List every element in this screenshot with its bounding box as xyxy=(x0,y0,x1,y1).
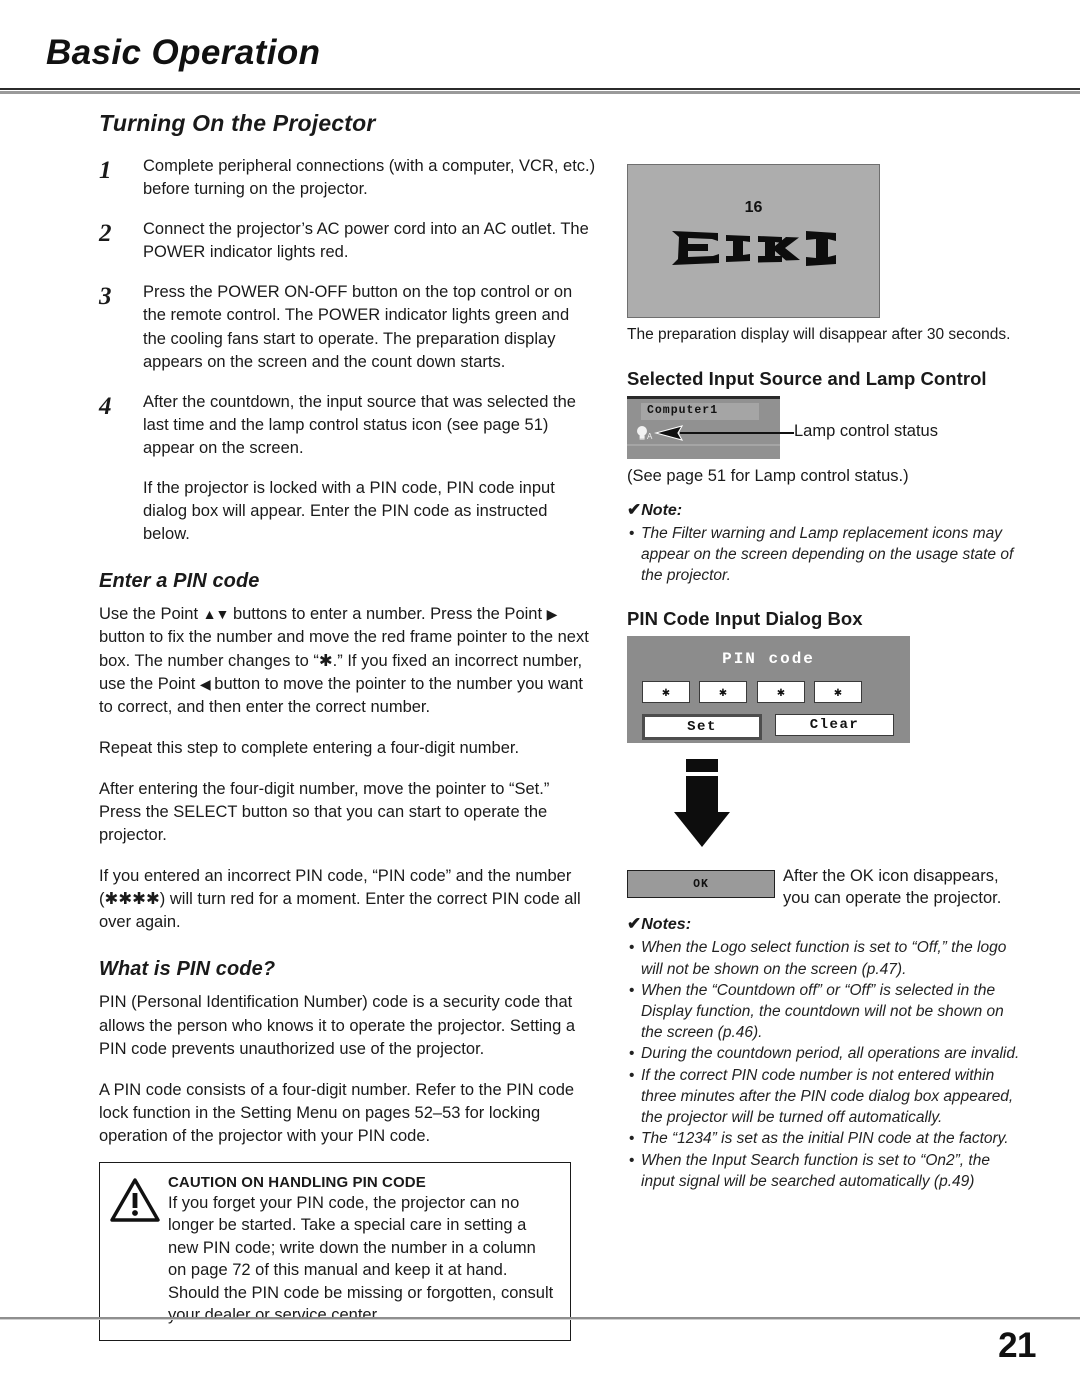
left-column: Turning On the Projector 1 Complete peri… xyxy=(99,110,596,1341)
svg-text:A: A xyxy=(647,432,653,441)
step-item: 1 Complete peripheral connections (with … xyxy=(99,155,596,201)
step-number: 3 xyxy=(99,283,112,311)
header-divider-light xyxy=(0,91,1080,94)
enter-pin-paragraph-3: After entering the four-digit number, mo… xyxy=(99,779,550,845)
down-arrow-graphic xyxy=(673,759,1022,854)
note-block-single: ✔Note: The Filter warning and Lamp repla… xyxy=(627,500,1022,587)
enter-pin-paragraph-2: Repeat this step to complete entering a … xyxy=(99,738,520,757)
header-divider xyxy=(0,88,1080,94)
right-column: 16 The preparation display will disappea… xyxy=(627,164,1022,1192)
notes-heading-label: Notes: xyxy=(641,916,692,934)
step-number: 1 xyxy=(99,157,112,184)
page-header: Basic Operation xyxy=(46,34,1036,72)
subsection-title-enter-pin: Enter a PIN code xyxy=(99,570,260,593)
step-item: 4 After the countdown, the input source … xyxy=(99,391,596,460)
preparation-display-caption: The preparation display will disappear a… xyxy=(627,326,1011,343)
input-source-label: Computer1 xyxy=(647,403,719,417)
page-title: Basic Operation xyxy=(46,33,321,72)
input-source-topbar xyxy=(627,395,780,399)
notes-list-item: When the Input Search function is set to… xyxy=(627,1150,1022,1192)
heading-selected-input-source: Selected Input Source and Lamp Control xyxy=(627,367,987,389)
preparation-display-screenshot: 16 xyxy=(627,164,880,318)
section-title-turning-on: Turning On the Projector xyxy=(99,110,376,136)
pin-digit-box[interactable]: ✱ xyxy=(757,681,805,704)
step-number: 2 xyxy=(99,220,112,248)
step-text: Connect the projector’s AC power cord in… xyxy=(143,220,589,262)
pin-digit-box[interactable]: ✱ xyxy=(699,681,747,704)
lamp-callout-label: Lamp control status xyxy=(794,421,938,440)
step4-followup-paragraph: If the projector is locked with a PIN co… xyxy=(143,479,555,544)
step-item: 3 Press the POWER ON-OFF button on the t… xyxy=(99,281,596,373)
pin-code-input-dialog: PIN code ✱ ✱ ✱ ✱ Set Clear xyxy=(627,636,910,744)
footer-divider-light xyxy=(0,1319,1080,1320)
caution-body: If you forget your PIN code, the project… xyxy=(168,1194,554,1325)
ok-icon-row: OK After the OK icon disappears, you can… xyxy=(627,867,1022,907)
ok-chip: OK xyxy=(627,870,775,899)
point-right-icon: ▶ xyxy=(546,606,558,623)
enter-pin-text-b: buttons to enter a number. Press the Poi… xyxy=(228,605,547,624)
caution-text-wrap: CAUTION ON HANDLING PIN CODE If you forg… xyxy=(168,1174,558,1327)
note-block-multiple: ✔Notes: When the Logo select function is… xyxy=(627,914,1022,1192)
step-number: 4 xyxy=(99,392,112,420)
notes-list: When the Logo select function is set to … xyxy=(627,937,1022,1192)
notes-heading: ✔Notes: xyxy=(627,914,1022,934)
note-list: The Filter warning and Lamp replacement … xyxy=(627,523,1022,587)
numbered-steps-list: 1 Complete peripheral connections (with … xyxy=(99,155,596,460)
note-heading: ✔Note: xyxy=(627,500,1022,520)
note-list-item: The Filter warning and Lamp replacement … xyxy=(627,523,1022,587)
pin-digit-box[interactable]: ✱ xyxy=(642,681,690,704)
notes-list-item: During the countdown period, all operati… xyxy=(627,1043,1022,1064)
checkmark-icon: ✔ xyxy=(627,914,642,934)
notes-list-item: When the Logo select function is set to … xyxy=(627,937,1022,979)
countdown-number: 16 xyxy=(744,199,763,216)
ok-caption: After the OK icon disappears, you can op… xyxy=(783,867,1002,908)
checkmark-icon: ✔ xyxy=(627,499,642,519)
pin-digit-boxes: ✱ ✱ ✱ ✱ xyxy=(642,681,871,704)
heading-pin-code-dialog: PIN Code Input Dialog Box xyxy=(627,608,863,630)
notes-list-item: The “1234” is set as the initial PIN cod… xyxy=(627,1128,1022,1149)
step-text: Complete peripheral connections (with a … xyxy=(143,157,596,199)
step-item: 2 Connect the projector’s AC power cord … xyxy=(99,218,596,264)
what-is-pin-paragraph-1: PIN (Personal Identification Number) cod… xyxy=(99,993,576,1058)
clear-button[interactable]: Clear xyxy=(775,714,894,737)
subsection-title-what-is-pin: What is PIN code? xyxy=(99,958,276,981)
enter-pin-paragraph-4: If you entered an incorrect PIN code, “P… xyxy=(99,867,581,932)
header-divider-dark xyxy=(0,88,1080,90)
step-text: After the countdown, the input source th… xyxy=(143,392,576,457)
notes-list-item: If the correct PIN code number is not en… xyxy=(627,1065,1022,1129)
point-left-icon: ◀ xyxy=(199,675,211,692)
pin-dialog-buttons: Set Clear xyxy=(642,714,894,741)
notes-list-item: When the “Countdown off” or “Off” is sel… xyxy=(627,980,1022,1044)
step-text: Press the POWER ON-OFF button on the top… xyxy=(143,283,573,371)
enter-pin-text-a: Use the Point xyxy=(99,605,203,624)
what-is-pin-paragraph-2: A PIN code consists of a four-digit numb… xyxy=(99,1080,575,1145)
set-button[interactable]: Set xyxy=(642,714,762,741)
input-source-graphic: Computer1 A Lamp control status xyxy=(627,395,1022,465)
page-number: 21 xyxy=(998,1326,1036,1365)
note-heading-label: Note: xyxy=(641,501,683,519)
point-up-down-icon: ▲▼ xyxy=(202,606,230,623)
see-page-note: (See page 51 for Lamp control status.) xyxy=(627,466,909,485)
caution-box: CAUTION ON HANDLING PIN CODE If you forg… xyxy=(99,1162,571,1341)
enter-pin-paragraph-1: Use the Point ▲▼ buttons to enter a numb… xyxy=(99,603,596,718)
input-source-divider xyxy=(627,443,780,446)
pin-dialog-title: PIN code xyxy=(722,650,815,669)
pin-digit-box[interactable]: ✱ xyxy=(814,681,862,704)
eiki-logo xyxy=(628,223,879,276)
caution-heading: CAUTION ON HANDLING PIN CODE xyxy=(168,1174,426,1191)
warning-triangle-icon xyxy=(110,1174,168,1327)
lamp-callout-arrow xyxy=(653,424,794,441)
